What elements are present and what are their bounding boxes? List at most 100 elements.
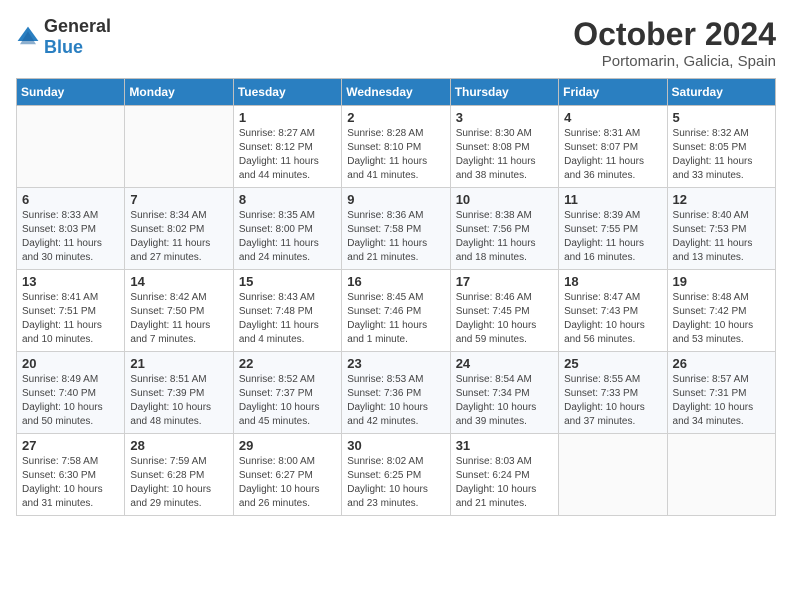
calendar-cell: 16Sunrise: 8:45 AM Sunset: 7:46 PM Dayli…	[342, 270, 450, 352]
day-header-thursday: Thursday	[450, 79, 558, 106]
calendar-cell: 20Sunrise: 8:49 AM Sunset: 7:40 PM Dayli…	[17, 352, 125, 434]
day-header-tuesday: Tuesday	[233, 79, 341, 106]
calendar-cell: 27 Sunrise: 7:58 AM Sunset: 6:30 PM Dayli…	[17, 434, 125, 516]
day-number: 10	[456, 192, 553, 207]
day-header-wednesday: Wednesday	[342, 79, 450, 106]
title-block: October 2024 Portomarin, Galicia, Spain	[573, 16, 776, 70]
calendar-cell: 5 Sunrise: 8:32 AM Sunset: 8:05 PM Daylig…	[667, 106, 775, 188]
calendar-cell: 25 Sunrise: 8:55 AM Sunset: 7:33 PM Dayli…	[559, 352, 667, 434]
day-number: 20	[22, 356, 119, 371]
cell-content: Sunrise: 8:30 AM Sunset: 8:08 PM Dayligh…	[456, 127, 553, 183]
calendar-cell	[559, 434, 667, 516]
calendar-cell	[17, 106, 125, 188]
day-number: 18	[564, 274, 661, 289]
week-row-4: 20Sunrise: 8:49 AM Sunset: 7:40 PM Dayli…	[17, 352, 776, 434]
calendar-cell: 22 Sunrise: 8:52 AM Sunset: 7:37 PM Dayli…	[233, 352, 341, 434]
day-number: 17	[456, 274, 553, 289]
day-number: 7	[130, 192, 227, 207]
calendar-cell: 11Sunrise: 8:39 AM Sunset: 7:55 PM Dayli…	[559, 188, 667, 270]
week-row-1: 1Sunrise: 8:27 AM Sunset: 8:12 PM Daylig…	[17, 106, 776, 188]
cell-content: Sunrise: 8:47 AM Sunset: 7:43 PM Dayligh…	[564, 291, 661, 347]
logo-blue-text: Blue	[44, 37, 83, 57]
day-number: 13	[22, 274, 119, 289]
day-header-sunday: Sunday	[17, 79, 125, 106]
cell-content: Sunrise: 8:43 AM Sunset: 7:48 PM Dayligh…	[239, 291, 336, 347]
cell-content: Sunrise: 8:34 AM Sunset: 8:02 PM Dayligh…	[130, 209, 227, 265]
calendar-cell: 21 Sunrise: 8:51 AM Sunset: 7:39 PM Dayli…	[125, 352, 233, 434]
cell-content: Sunrise: 8:55 AM Sunset: 7:33 PM Dayligh…	[564, 373, 661, 429]
day-number: 25	[564, 356, 661, 371]
day-number: 27	[22, 438, 119, 453]
calendar-cell: 7 Sunrise: 8:34 AM Sunset: 8:02 PM Daylig…	[125, 188, 233, 270]
cell-content: Sunrise: 8:48 AM Sunset: 7:42 PM Dayligh…	[673, 291, 770, 347]
cell-content: Sunrise: 7:59 AM Sunset: 6:28 PM Dayligh…	[130, 455, 227, 511]
cell-content: Sunrise: 8:57 AM Sunset: 7:31 PM Dayligh…	[673, 373, 770, 429]
calendar-cell: 2Sunrise: 8:28 AM Sunset: 8:10 PM Daylig…	[342, 106, 450, 188]
day-number: 22	[239, 356, 336, 371]
cell-content: Sunrise: 8:46 AM Sunset: 7:45 PM Dayligh…	[456, 291, 553, 347]
calendar-cell: 31 Sunrise: 8:03 AM Sunset: 6:24 PM Dayli…	[450, 434, 558, 516]
day-number: 19	[673, 274, 770, 289]
calendar-cell: 3 Sunrise: 8:30 AM Sunset: 8:08 PM Daylig…	[450, 106, 558, 188]
calendar-cell: 13 Sunrise: 8:41 AM Sunset: 7:51 PM Dayli…	[17, 270, 125, 352]
cell-content: Sunrise: 8:52 AM Sunset: 7:37 PM Dayligh…	[239, 373, 336, 429]
calendar-cell: 9 Sunrise: 8:36 AM Sunset: 7:58 PM Daylig…	[342, 188, 450, 270]
cell-content: Sunrise: 8:03 AM Sunset: 6:24 PM Dayligh…	[456, 455, 553, 511]
cell-content: Sunrise: 8:33 AM Sunset: 8:03 PM Dayligh…	[22, 209, 119, 265]
day-number: 3	[456, 110, 553, 125]
calendar-table: SundayMondayTuesdayWednesdayThursdayFrid…	[16, 78, 776, 516]
week-row-3: 13 Sunrise: 8:41 AM Sunset: 7:51 PM Dayli…	[17, 270, 776, 352]
calendar-cell: 18 Sunrise: 8:47 AM Sunset: 7:43 PM Dayli…	[559, 270, 667, 352]
page-header: General Blue October 2024 Portomarin, Ga…	[16, 16, 776, 70]
day-number: 2	[347, 110, 444, 125]
cell-content: Sunrise: 8:45 AM Sunset: 7:46 PM Dayligh…	[347, 291, 444, 347]
logo-icon	[16, 25, 40, 49]
cell-content: Sunrise: 8:41 AM Sunset: 7:51 PM Dayligh…	[22, 291, 119, 347]
calendar-cell: 24 Sunrise: 8:54 AM Sunset: 7:34 PM Dayli…	[450, 352, 558, 434]
day-number: 5	[673, 110, 770, 125]
calendar-cell: 10 Sunrise: 8:38 AM Sunset: 7:56 PM Dayli…	[450, 188, 558, 270]
day-header-friday: Friday	[559, 79, 667, 106]
cell-content: Sunrise: 8:53 AM Sunset: 7:36 PM Dayligh…	[347, 373, 444, 429]
day-number: 26	[673, 356, 770, 371]
calendar-cell: 4Sunrise: 8:31 AM Sunset: 8:07 PM Daylig…	[559, 106, 667, 188]
logo: General Blue	[16, 16, 111, 58]
calendar-cell: 14Sunrise: 8:42 AM Sunset: 7:50 PM Dayli…	[125, 270, 233, 352]
day-number: 24	[456, 356, 553, 371]
calendar-cell: 29Sunrise: 8:00 AM Sunset: 6:27 PM Dayli…	[233, 434, 341, 516]
day-number: 9	[347, 192, 444, 207]
calendar-cell: 15Sunrise: 8:43 AM Sunset: 7:48 PM Dayli…	[233, 270, 341, 352]
cell-content: Sunrise: 8:51 AM Sunset: 7:39 PM Dayligh…	[130, 373, 227, 429]
day-number: 8	[239, 192, 336, 207]
cell-content: Sunrise: 8:02 AM Sunset: 6:25 PM Dayligh…	[347, 455, 444, 511]
calendar-cell: 1Sunrise: 8:27 AM Sunset: 8:12 PM Daylig…	[233, 106, 341, 188]
days-header-row: SundayMondayTuesdayWednesdayThursdayFrid…	[17, 79, 776, 106]
day-number: 21	[130, 356, 227, 371]
month-year-title: October 2024	[573, 16, 776, 53]
logo-general-text: General	[44, 16, 111, 36]
calendar-cell: 17 Sunrise: 8:46 AM Sunset: 7:45 PM Dayli…	[450, 270, 558, 352]
calendar-cell: 12Sunrise: 8:40 AM Sunset: 7:53 PM Dayli…	[667, 188, 775, 270]
cell-content: Sunrise: 8:38 AM Sunset: 7:56 PM Dayligh…	[456, 209, 553, 265]
day-header-monday: Monday	[125, 79, 233, 106]
day-header-saturday: Saturday	[667, 79, 775, 106]
calendar-cell: 6Sunrise: 8:33 AM Sunset: 8:03 PM Daylig…	[17, 188, 125, 270]
cell-content: Sunrise: 8:40 AM Sunset: 7:53 PM Dayligh…	[673, 209, 770, 265]
cell-content: Sunrise: 8:35 AM Sunset: 8:00 PM Dayligh…	[239, 209, 336, 265]
calendar-cell	[125, 106, 233, 188]
cell-content: Sunrise: 8:32 AM Sunset: 8:05 PM Dayligh…	[673, 127, 770, 183]
calendar-cell: 30Sunrise: 8:02 AM Sunset: 6:25 PM Dayli…	[342, 434, 450, 516]
cell-content: Sunrise: 7:58 AM Sunset: 6:30 PM Dayligh…	[22, 455, 119, 511]
day-number: 23	[347, 356, 444, 371]
calendar-cell: 26 Sunrise: 8:57 AM Sunset: 7:31 PM Dayli…	[667, 352, 775, 434]
day-number: 14	[130, 274, 227, 289]
cell-content: Sunrise: 8:36 AM Sunset: 7:58 PM Dayligh…	[347, 209, 444, 265]
calendar-cell	[667, 434, 775, 516]
calendar-cell: 19 Sunrise: 8:48 AM Sunset: 7:42 PM Dayli…	[667, 270, 775, 352]
cell-content: Sunrise: 8:00 AM Sunset: 6:27 PM Dayligh…	[239, 455, 336, 511]
day-number: 28	[130, 438, 227, 453]
cell-content: Sunrise: 8:54 AM Sunset: 7:34 PM Dayligh…	[456, 373, 553, 429]
week-row-2: 6Sunrise: 8:33 AM Sunset: 8:03 PM Daylig…	[17, 188, 776, 270]
day-number: 1	[239, 110, 336, 125]
day-number: 31	[456, 438, 553, 453]
